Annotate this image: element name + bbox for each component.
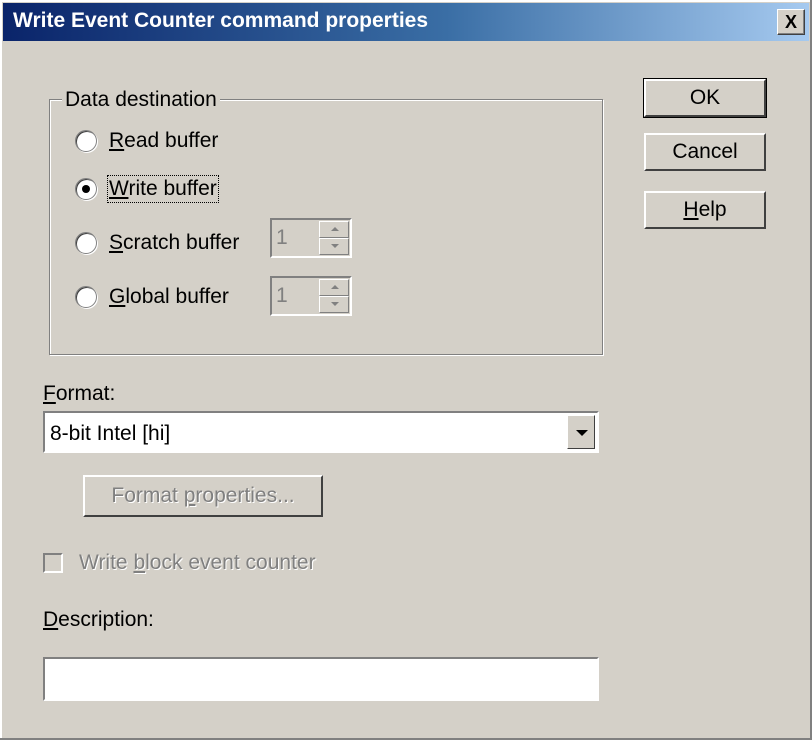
data-destination-legend: Data destination xyxy=(62,88,220,112)
write-buffer-radio[interactable] xyxy=(75,178,97,200)
global-spin-up-button xyxy=(319,279,349,296)
title-bar[interactable]: Write Event Counter command properties X xyxy=(3,3,809,41)
global-buffer-label[interactable]: Global buffer xyxy=(109,285,229,309)
scratch-spin-buttons xyxy=(319,221,349,255)
help-button[interactable]: Help xyxy=(644,191,766,229)
write-buffer-label[interactable]: Write buffer xyxy=(107,175,219,203)
cancel-button[interactable]: Cancel xyxy=(644,133,766,171)
arrow-down-icon xyxy=(331,302,339,306)
scratch-spin-up-button xyxy=(319,221,349,238)
read-buffer-radio[interactable] xyxy=(75,130,97,152)
dialog-window: Write Event Counter command properties X… xyxy=(0,0,812,740)
global-buffer-radio[interactable] xyxy=(75,286,97,308)
radio-selected-dot xyxy=(82,185,90,193)
read-buffer-label[interactable]: Read buffer xyxy=(109,129,218,153)
format-selected-value: 8-bit Intel [hi] xyxy=(50,422,171,445)
arrow-up-icon xyxy=(331,227,339,231)
description-input[interactable] xyxy=(43,657,599,701)
arrow-down-icon xyxy=(331,244,339,248)
dialog-border-top xyxy=(0,0,812,2)
write-block-event-counter-label: Write block event counter xyxy=(79,551,316,574)
scratch-buffer-value: 1 xyxy=(276,226,288,249)
scratch-spin-down-button xyxy=(319,238,349,255)
write-block-event-counter-checkbox xyxy=(43,553,63,573)
close-icon: X xyxy=(784,12,797,32)
scratch-buffer-radio[interactable] xyxy=(75,232,97,254)
chevron-down-icon xyxy=(576,430,588,436)
format-dropdown[interactable]: 8-bit Intel [hi] xyxy=(43,411,599,453)
arrow-up-icon xyxy=(331,285,339,289)
global-buffer-value: 1 xyxy=(276,284,288,307)
close-button[interactable]: X xyxy=(777,9,805,35)
global-spin-down-button xyxy=(319,296,349,313)
scratch-buffer-label[interactable]: Scratch buffer xyxy=(109,231,239,255)
scratch-buffer-spinner: 1 xyxy=(270,218,352,258)
description-label: Description: xyxy=(43,608,154,631)
format-properties-button: Format properties... xyxy=(83,475,323,517)
format-label: Format: xyxy=(43,382,116,405)
dropdown-arrow-button[interactable] xyxy=(567,415,595,449)
global-buffer-spinner: 1 xyxy=(270,276,352,316)
window-title: Write Event Counter command properties xyxy=(13,9,429,32)
dialog-border-left xyxy=(0,0,2,740)
global-spin-buttons xyxy=(319,279,349,313)
ok-button[interactable]: OK xyxy=(643,78,767,118)
